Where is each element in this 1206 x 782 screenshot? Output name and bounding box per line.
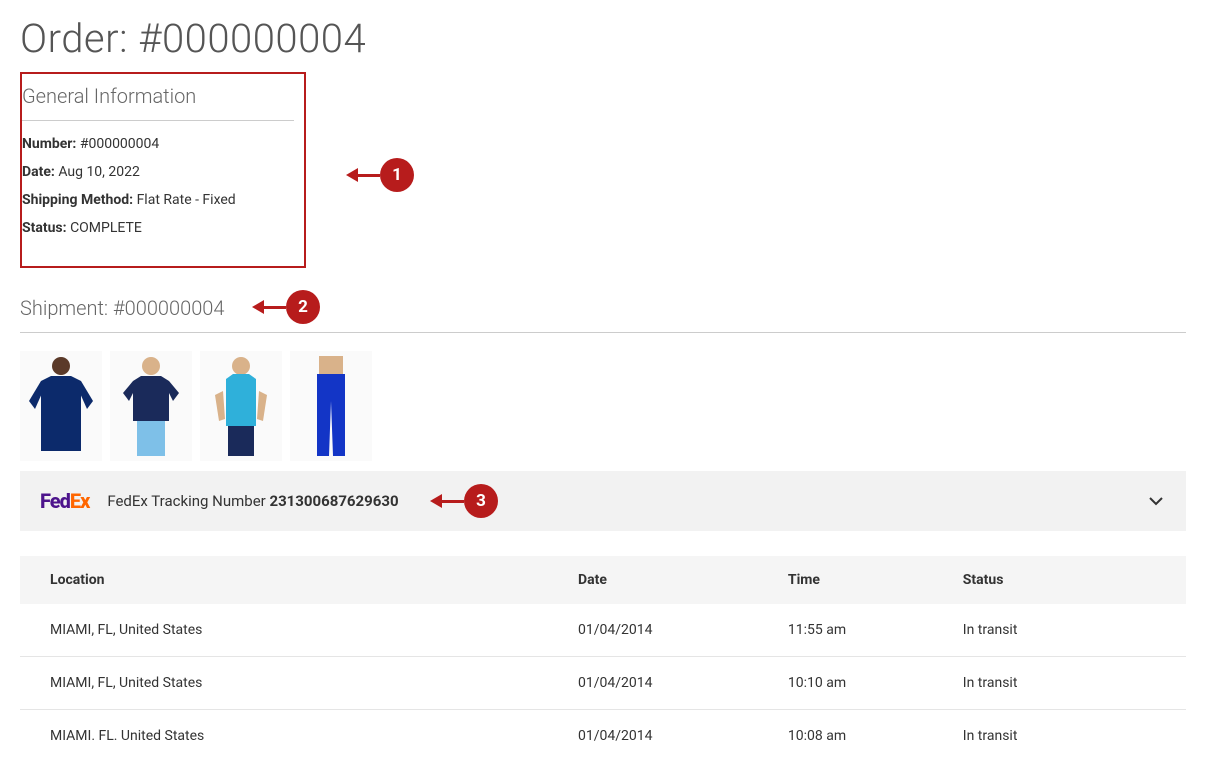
status-label: Status:: [22, 220, 67, 236]
callout-badge: 1: [380, 158, 414, 192]
product-thumbnails: [20, 351, 1186, 461]
shipping-value: Flat Rate - Fixed: [137, 192, 236, 208]
callout-line: [442, 500, 464, 503]
general-info-heading: General Information: [22, 84, 294, 121]
cell-date: 01/04/2014: [568, 657, 778, 710]
number-label: Number:: [22, 136, 76, 152]
shipment-heading: Shipment: #000000004: [20, 296, 1186, 333]
fedex-logo-icon: FedEx: [40, 489, 89, 513]
product-image-icon: [290, 351, 372, 461]
chevron-down-icon[interactable]: [1146, 491, 1166, 511]
table-header-row: Location Date Time Status: [20, 556, 1186, 604]
arrow-left-icon: [346, 168, 358, 182]
product-thumbnail[interactable]: [290, 351, 372, 461]
tracking-label: FedEx Tracking Number 231300687629630: [107, 492, 398, 510]
callout-badge: 2: [286, 290, 320, 324]
cell-status: In transit: [953, 604, 1186, 657]
callout-1: 1: [346, 158, 414, 192]
cell-time: 10:10 am: [778, 657, 953, 710]
cell-location: MIAMI, FL, United States: [20, 604, 568, 657]
callout-2: 2: [252, 290, 320, 324]
shipment-section: Shipment: #000000004 2: [20, 296, 1186, 333]
cell-date: 01/04/2014: [568, 710, 778, 763]
number-value: #000000004: [80, 136, 159, 152]
cell-time: 11:55 am: [778, 604, 953, 657]
callout-line: [264, 306, 286, 309]
info-status: Status: COMPLETE: [22, 220, 294, 236]
cell-location: MIAMI. FL. United States: [20, 710, 568, 763]
tracking-number: 231300687629630: [269, 492, 398, 510]
table-row: MIAMI, FL, United States 01/04/2014 10:1…: [20, 657, 1186, 710]
tracking-table: Location Date Time Status MIAMI, FL, Uni…: [20, 556, 1186, 762]
callout-3: 3: [430, 484, 498, 518]
header-time: Time: [778, 556, 953, 604]
table-row: MIAMI. FL. United States 01/04/2014 10:0…: [20, 710, 1186, 763]
info-shipping: Shipping Method: Flat Rate - Fixed: [22, 192, 294, 208]
date-label: Date:: [22, 164, 55, 180]
fedex-fed: Fed: [40, 489, 70, 513]
cell-status: In transit: [953, 657, 1186, 710]
product-image-icon: [20, 351, 102, 461]
product-image-icon: [200, 351, 282, 461]
product-thumbnail[interactable]: [20, 351, 102, 461]
header-location: Location: [20, 556, 568, 604]
fedex-ex: Ex: [70, 489, 89, 513]
cell-status: In transit: [953, 710, 1186, 763]
tracking-accordion[interactable]: FedEx FedEx Tracking Number 231300687629…: [20, 471, 1186, 531]
product-thumbnail[interactable]: [200, 351, 282, 461]
callout-badge: 3: [464, 484, 498, 518]
product-thumbnail[interactable]: [110, 351, 192, 461]
info-number: Number: #000000004: [22, 136, 294, 152]
cell-date: 01/04/2014: [568, 604, 778, 657]
arrow-left-icon: [252, 300, 264, 314]
callout-line: [358, 174, 380, 177]
cell-location: MIAMI, FL, United States: [20, 657, 568, 710]
header-date: Date: [568, 556, 778, 604]
tracking-prefix: FedEx Tracking Number: [107, 492, 269, 510]
table-row: MIAMI, FL, United States 01/04/2014 11:5…: [20, 604, 1186, 657]
info-date: Date: Aug 10, 2022: [22, 164, 294, 180]
date-value: Aug 10, 2022: [58, 164, 140, 180]
page-title: Order: #000000004: [20, 0, 1186, 72]
cell-time: 10:08 am: [778, 710, 953, 763]
shipping-label: Shipping Method:: [22, 192, 133, 208]
product-image-icon: [110, 351, 192, 461]
arrow-left-icon: [430, 494, 442, 508]
header-status: Status: [953, 556, 1186, 604]
general-info-panel: General Information Number: #000000004 D…: [20, 72, 306, 268]
status-value: COMPLETE: [70, 220, 142, 236]
